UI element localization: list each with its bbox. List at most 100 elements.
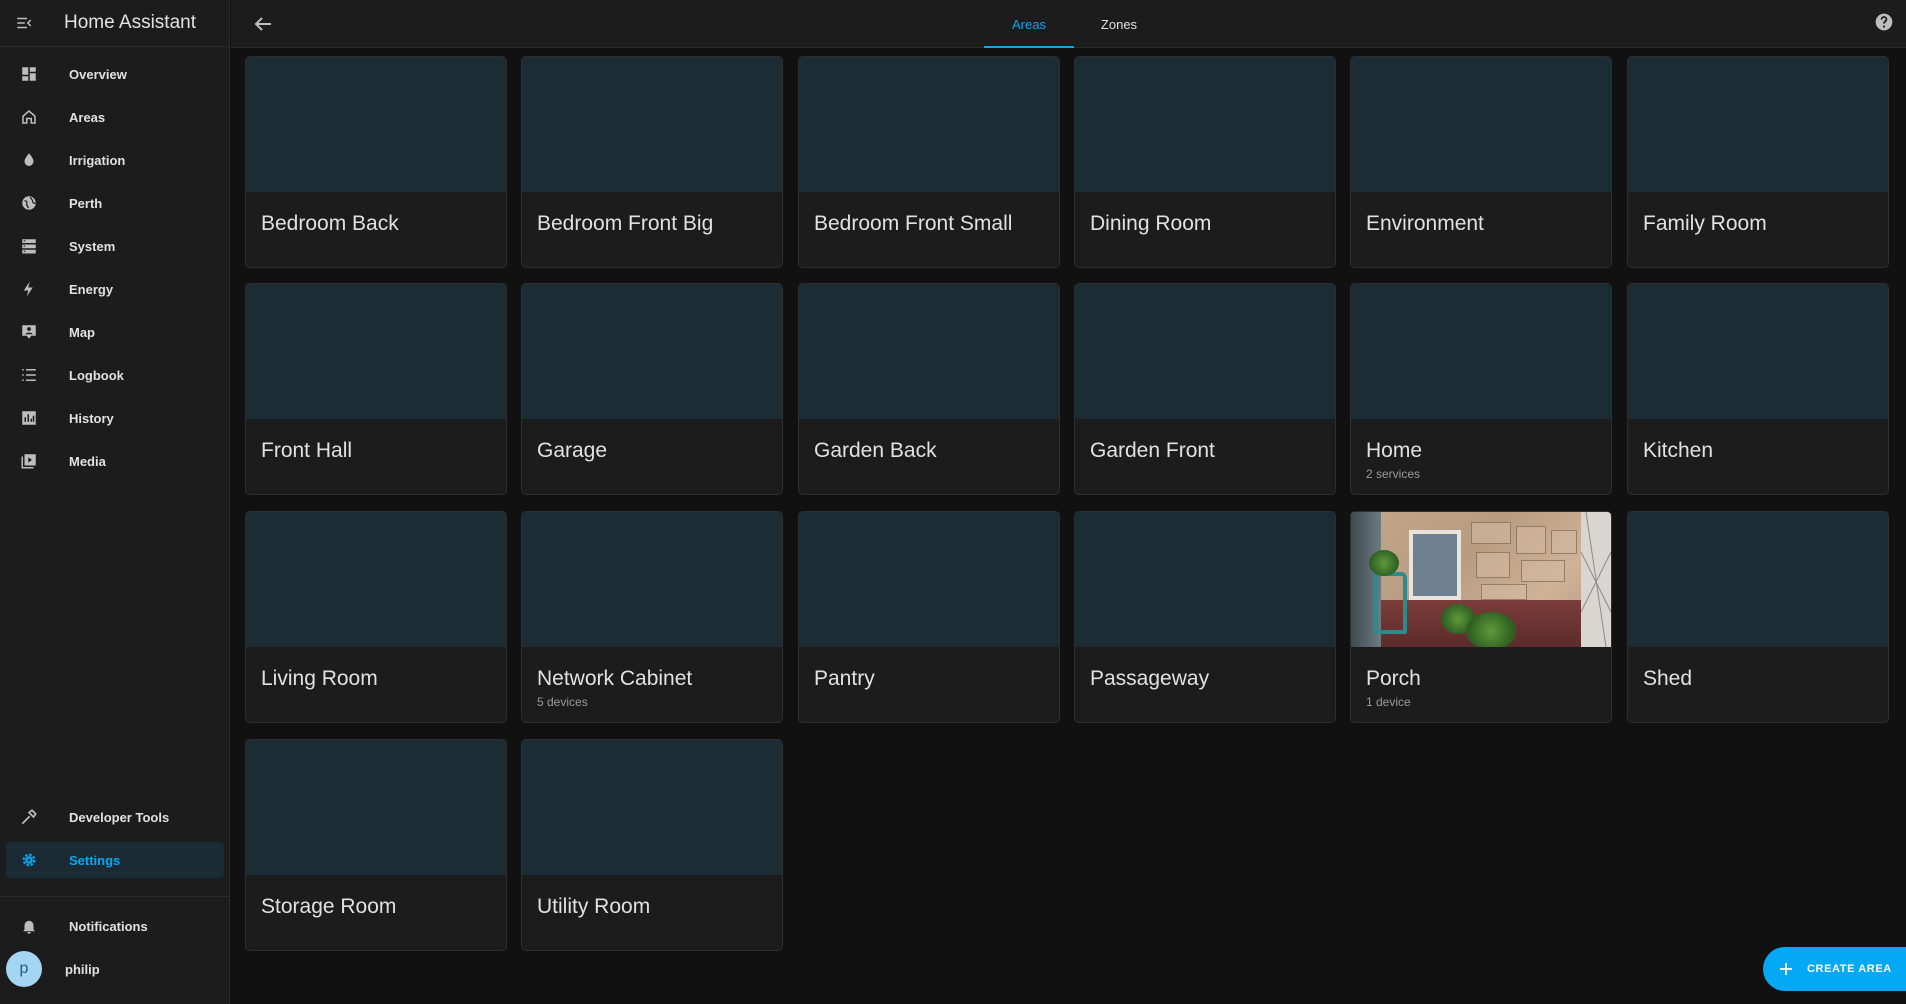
area-card-home[interactable]: Home 2 services [1350, 283, 1612, 495]
avatar: p [6, 951, 42, 987]
sidebar-item-label: Developer Tools [69, 809, 170, 825]
user-name: philip [65, 961, 100, 977]
sidebar-item-user[interactable]: p philip [0, 951, 224, 987]
area-name: Front Hall [261, 439, 353, 462]
sidebar-item-history[interactable]: History [6, 400, 224, 436]
sidebar-item-label: Settings [69, 852, 121, 868]
area-card-garden-front[interactable]: Garden Front [1074, 283, 1336, 495]
sidebar-item-system[interactable]: System [6, 228, 224, 264]
area-picture-placeholder [1075, 512, 1335, 647]
sidebar-item-map[interactable]: Map [6, 314, 224, 350]
sidebar-item-areas[interactable]: Areas [6, 99, 224, 135]
create-area-button[interactable]: CREATE AREA [1763, 947, 1906, 991]
area-name: Bedroom Back [261, 212, 399, 235]
area-picture-placeholder [799, 512, 1059, 647]
area-card-network-cabinet[interactable]: Network Cabinet 5 devices [521, 511, 783, 723]
area-summary: 1 device [1366, 695, 1411, 709]
area-card-family-room[interactable]: Family Room [1627, 56, 1889, 268]
area-picture-placeholder [1075, 57, 1335, 192]
area-picture-placeholder [1628, 284, 1888, 419]
sidebar-item-developer-tools[interactable]: Developer Tools [6, 799, 224, 835]
area-name: Porch [1366, 667, 1421, 690]
menu-toggle-button[interactable] [0, 0, 47, 47]
sidebar-item-irrigation[interactable]: Irrigation [6, 142, 224, 178]
back-button[interactable] [251, 12, 275, 36]
area-name: Shed [1643, 667, 1693, 690]
sidebar-header: Home Assistant [0, 0, 229, 47]
area-picture-placeholder [1075, 284, 1335, 419]
sidebar-footer: Notifications p philip [0, 908, 230, 994]
sidebar-item-label: Areas [69, 109, 106, 125]
area-name: Garage [537, 439, 608, 462]
tab-zones[interactable]: Zones [1074, 0, 1164, 48]
area-card-dining-room[interactable]: Dining Room [1074, 56, 1336, 268]
area-name: Pantry [814, 667, 875, 690]
dashboard-icon [18, 63, 40, 85]
area-card-bedroom-back[interactable]: Bedroom Back [245, 56, 507, 268]
sidebar-item-notifications[interactable]: Notifications [6, 908, 224, 944]
sidebar-item-label: Notifications [69, 918, 148, 934]
area-name: Home [1366, 439, 1423, 462]
sidebar-item-logbook[interactable]: Logbook [6, 357, 224, 393]
sidebar-item-label: Logbook [69, 367, 124, 383]
water-drop-icon [18, 149, 40, 171]
area-card-porch[interactable]: Porch 1 device [1350, 511, 1612, 723]
list-icon [18, 364, 40, 386]
sidebar: Home Assistant Overview Areas Irrigation… [0, 0, 230, 1004]
tab-areas[interactable]: Areas [984, 0, 1074, 48]
area-name: Garden Front [1090, 439, 1215, 462]
play-box-icon [18, 450, 40, 472]
area-picture-placeholder [522, 57, 782, 192]
area-name: Passageway [1090, 667, 1210, 690]
area-card-front-hall[interactable]: Front Hall [245, 283, 507, 495]
area-picture-placeholder [1351, 57, 1611, 192]
map-marker-icon [18, 321, 40, 343]
area-picture-placeholder [522, 512, 782, 647]
area-card-living-room[interactable]: Living Room [245, 511, 507, 723]
sidebar-nav: Overview Areas Irrigation Perth System E… [0, 56, 230, 486]
area-photo [1351, 512, 1611, 647]
area-card-utility-room[interactable]: Utility Room [521, 739, 783, 951]
globe-icon [18, 192, 40, 214]
area-picture-placeholder [799, 57, 1059, 192]
area-summary: 5 devices [537, 695, 588, 709]
area-name: Bedroom Front Small [814, 212, 1013, 235]
help-button[interactable] [1874, 12, 1894, 32]
area-card-shed[interactable]: Shed [1627, 511, 1889, 723]
area-card-pantry[interactable]: Pantry [798, 511, 1060, 723]
sidebar-item-label: System [69, 238, 116, 254]
sidebar-bottom-nav: Developer Tools Settings [0, 799, 230, 885]
area-card-bedroom-front-small[interactable]: Bedroom Front Small [798, 56, 1060, 268]
sidebar-item-media[interactable]: Media [6, 443, 224, 479]
sidebar-item-label: History [69, 410, 114, 426]
area-card-passageway[interactable]: Passageway [1074, 511, 1336, 723]
area-picture-placeholder [1628, 512, 1888, 647]
area-picture-placeholder [522, 740, 782, 875]
area-picture-placeholder [522, 284, 782, 419]
sidebar-item-label: Irrigation [69, 152, 126, 168]
sidebar-item-settings[interactable]: Settings [6, 842, 224, 878]
area-picture-placeholder [246, 57, 506, 192]
bell-icon [18, 915, 40, 937]
sidebar-item-label: Perth [69, 195, 103, 211]
menu-collapse-icon [16, 17, 31, 29]
area-name: Bedroom Front Big [537, 212, 714, 235]
area-card-environment[interactable]: Environment [1350, 56, 1612, 268]
area-card-garage[interactable]: Garage [521, 283, 783, 495]
porch-photo [1351, 512, 1611, 647]
hammer-icon [18, 806, 40, 828]
sidebar-item-energy[interactable]: Energy [6, 271, 224, 307]
area-card-bedroom-front-big[interactable]: Bedroom Front Big [521, 56, 783, 268]
sidebar-item-perth[interactable]: Perth [6, 185, 224, 221]
area-card-kitchen[interactable]: Kitchen [1627, 283, 1889, 495]
sidebar-item-overview[interactable]: Overview [6, 56, 224, 92]
area-card-garden-back[interactable]: Garden Back [798, 283, 1060, 495]
area-picture-placeholder [246, 284, 506, 419]
area-card-storage-room[interactable]: Storage Room [245, 739, 507, 951]
area-picture-placeholder [1351, 284, 1611, 419]
area-picture-placeholder [1628, 57, 1888, 192]
lightning-icon [18, 278, 40, 300]
sidebar-item-label: Media [69, 453, 106, 469]
create-area-label: CREATE AREA [1807, 963, 1892, 975]
app-title: Home Assistant [64, 12, 196, 33]
